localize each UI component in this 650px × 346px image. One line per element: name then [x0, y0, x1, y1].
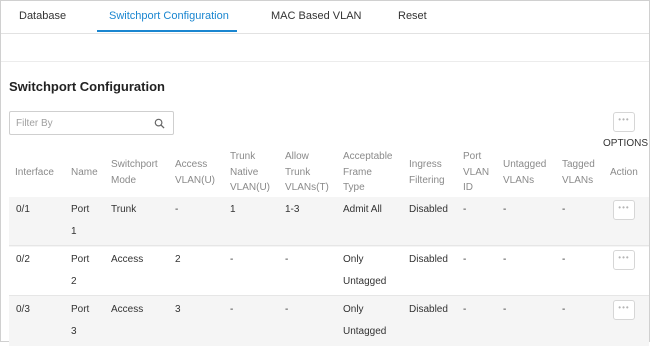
cell-port-vlan-id: - [463, 304, 467, 315]
cell-ingress-filtering: Disabled [409, 204, 448, 215]
section-title: Switchport Configuration [9, 79, 165, 94]
cell-acceptable-frame-type: Admit All [343, 204, 382, 215]
cell-trunk-native-vlan: - [230, 254, 234, 265]
cell-name: Port 3 [71, 304, 90, 337]
cell-access-vlan: 3 [175, 304, 181, 315]
cell-tagged-vlans: - [562, 304, 566, 315]
col-header-tagged-vlans: Tagged VLANs [562, 159, 595, 186]
row-action-button[interactable] [613, 250, 635, 270]
table-row[interactable] [9, 246, 649, 296]
cell-tagged-vlans: - [562, 254, 566, 265]
cell-port-vlan-id: - [463, 254, 467, 265]
cell-name: Port 1 [71, 204, 90, 237]
tab-mac-based-vlan[interactable]: MAC Based VLAN [271, 10, 361, 22]
cell-untagged-vlans: - [503, 304, 507, 315]
row-action-button[interactable] [613, 300, 635, 320]
col-header-untagged-vlans: Untagged VLANs [503, 159, 547, 186]
sub-toolbar [1, 33, 649, 62]
options-button[interactable] [613, 112, 635, 132]
cell-tagged-vlans: - [562, 204, 566, 215]
cell-interface: 0/1 [16, 204, 30, 215]
col-header-interface: Interface [15, 167, 54, 178]
cell-access-vlan: 2 [175, 254, 181, 265]
cell-acceptable-frame-type: Only Untagged [343, 304, 387, 337]
tab-database[interactable]: Database [19, 10, 66, 22]
col-header-switchport-mode: Switchport Mode [111, 159, 158, 186]
col-header-allow-trunk-vlans: Allow Trunk VLANs(T) [285, 151, 329, 193]
cell-access-vlan: - [175, 204, 179, 215]
col-header-ingress-filtering: Ingress Filtering [409, 159, 445, 186]
table-row[interactable] [9, 296, 649, 346]
tab-reset[interactable]: Reset [398, 10, 427, 22]
active-tab-indicator [97, 30, 237, 32]
cell-untagged-vlans: - [503, 254, 507, 265]
cell-allow-trunk-vlans: - [285, 254, 289, 265]
row-action-button[interactable] [613, 200, 635, 220]
options-label: OPTIONS [603, 138, 649, 149]
tab-bar: Database Switchport Configuration MAC Ba… [1, 1, 649, 34]
cell-ingress-filtering: Disabled [409, 254, 448, 265]
cell-untagged-vlans: - [503, 204, 507, 215]
col-header-trunk-native-vlan: Trunk Native VLAN(U) [230, 151, 271, 193]
cell-name: Port 2 [71, 254, 90, 287]
cell-interface: 0/2 [16, 254, 30, 265]
table-row[interactable] [9, 197, 649, 247]
col-header-access-vlan: Access VLAN(U) [175, 159, 216, 186]
cell-switchport-mode: Access [111, 304, 144, 315]
cell-interface: 0/3 [16, 304, 30, 315]
cell-allow-trunk-vlans: - [285, 304, 289, 315]
cell-switchport-mode: Trunk [111, 204, 137, 215]
cell-trunk-native-vlan: - [230, 304, 234, 315]
search-icon[interactable] [154, 118, 165, 129]
col-header-acceptable-frame-type: Acceptable Frame Type [343, 151, 393, 193]
cell-acceptable-frame-type: Only Untagged [343, 254, 387, 287]
cell-trunk-native-vlan: 1 [230, 204, 236, 215]
tab-switchport-configuration[interactable]: Switchport Configuration [109, 10, 229, 22]
cell-ingress-filtering: Disabled [409, 304, 448, 315]
filter-box [9, 111, 174, 135]
filter-input[interactable] [16, 115, 146, 131]
col-header-port-vlan-id: Port VLAN ID [463, 151, 490, 193]
cell-port-vlan-id: - [463, 204, 467, 215]
cell-allow-trunk-vlans: 1-3 [285, 204, 300, 215]
cell-switchport-mode: Access [111, 254, 144, 265]
col-header-action: Action [610, 167, 638, 178]
col-header-name: Name [71, 167, 98, 178]
